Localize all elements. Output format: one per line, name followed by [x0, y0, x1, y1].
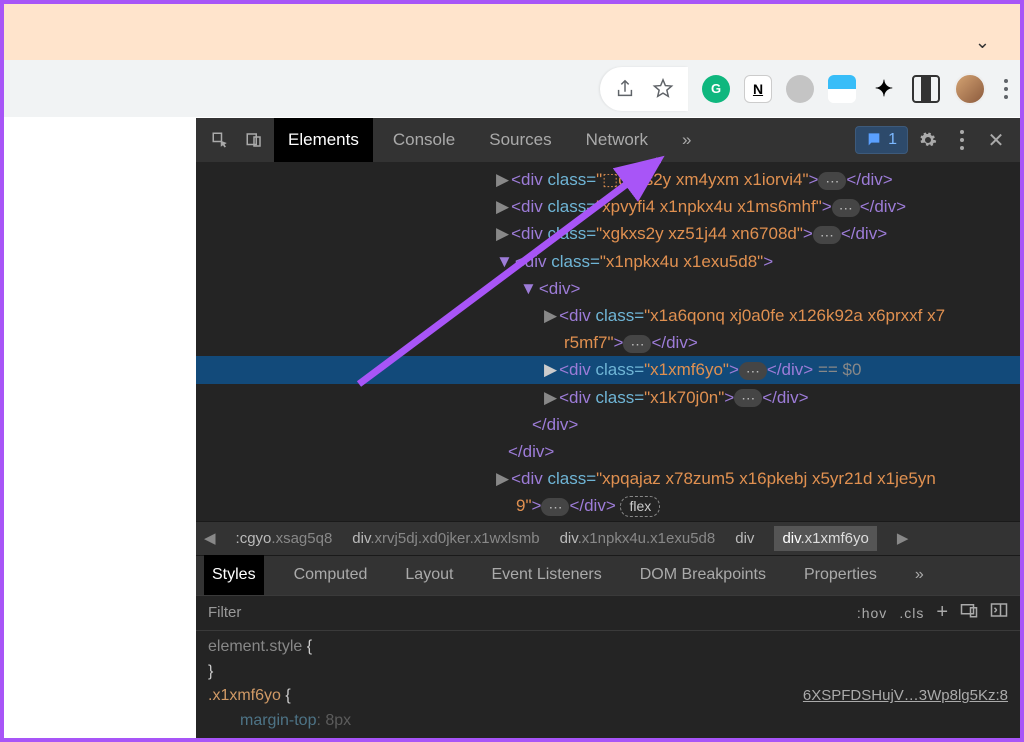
inspect-element-icon[interactable] — [206, 126, 234, 154]
dom-breakpoints-tab[interactable]: DOM Breakpoints — [632, 555, 774, 595]
crumb-prev-icon[interactable]: ◀ — [204, 529, 216, 547]
styles-tab[interactable]: Styles — [204, 555, 264, 595]
computed-tab[interactable]: Computed — [286, 555, 376, 595]
device-pane-icon[interactable] — [960, 602, 978, 623]
toggle-sidebar-icon[interactable] — [990, 602, 1008, 623]
cls-toggle[interactable]: .cls — [899, 605, 924, 621]
chevron-down-icon[interactable]: ⌄ — [975, 32, 990, 53]
bookmark-star-icon[interactable] — [652, 78, 674, 100]
devtools-panel: Elements Console Sources Network » 1 ✕ ▶… — [196, 118, 1020, 738]
flex-badge[interactable]: flex — [620, 496, 660, 517]
dom-tree[interactable]: ▶<div class="⬚gkxs2y xm4yxm x1iorvi4">⋯<… — [196, 162, 1020, 521]
browser-toolbar: G N ✦ — [4, 60, 1020, 118]
tab-network[interactable]: Network — [572, 118, 662, 162]
crumb-item[interactable]: div.x1npkx4u.x1exu5d8 — [560, 530, 716, 547]
tab-sources[interactable]: Sources — [475, 118, 565, 162]
new-style-rule-icon[interactable]: + — [936, 601, 948, 624]
styles-tabs-overflow[interactable]: » — [907, 555, 932, 595]
profile-avatar[interactable] — [954, 73, 986, 105]
layout-tab[interactable]: Layout — [397, 555, 461, 595]
side-panel-icon[interactable] — [912, 75, 940, 103]
browser-menu-icon[interactable] — [1000, 79, 1012, 99]
dom-selected-node[interactable]: ⋯ ▶<div class="x1xmf6yo">⋯</div> == $0 — [196, 356, 1020, 383]
device-toggle-icon[interactable] — [240, 126, 268, 154]
devtools-tabbar: Elements Console Sources Network » 1 ✕ — [196, 118, 1020, 162]
css-rules-pane[interactable]: element.style { } 6XSPFDSHujV…3Wp8lg5Kz:… — [196, 631, 1020, 738]
tab-elements[interactable]: Elements — [274, 118, 373, 162]
crumb-item-active[interactable]: div.x1xmf6yo — [774, 526, 876, 551]
tab-console[interactable]: Console — [379, 118, 469, 162]
hov-toggle[interactable]: :hov — [857, 605, 887, 621]
styles-filter-row: Filter :hov .cls + — [196, 595, 1020, 631]
styles-tabbar: Styles Computed Layout Event Listeners D… — [196, 555, 1020, 595]
close-devtools-icon[interactable]: ✕ — [982, 126, 1010, 154]
devtools-menu-icon[interactable] — [948, 126, 976, 154]
event-listeners-tab[interactable]: Event Listeners — [483, 555, 609, 595]
extension-icon[interactable] — [786, 75, 814, 103]
settings-gear-icon[interactable] — [914, 126, 942, 154]
notification-banner: ⌄ — [4, 4, 1020, 60]
extension-icon[interactable] — [828, 75, 856, 103]
issues-count: 1 — [888, 131, 897, 149]
notion-extension-icon[interactable]: N — [744, 75, 772, 103]
tabs-overflow[interactable]: » — [668, 118, 705, 162]
extension-row: G N ✦ — [688, 73, 1012, 105]
omnibox-actions — [600, 67, 688, 111]
properties-tab[interactable]: Properties — [796, 555, 885, 595]
crumb-item[interactable]: div.xrvj5dj.xd0jker.x1wxlsmb — [352, 530, 539, 547]
grammarly-extension-icon[interactable]: G — [702, 75, 730, 103]
crumb-item[interactable]: :cgyo.xsag5q8 — [236, 530, 333, 547]
share-icon[interactable] — [614, 78, 636, 100]
issues-badge[interactable]: 1 — [855, 126, 908, 154]
styles-filter-input[interactable]: Filter — [208, 604, 845, 621]
extensions-puzzle-icon[interactable]: ✦ — [870, 75, 898, 103]
stylesheet-source-link[interactable]: 6XSPFDSHujV…3Wp8lg5Kz:8 — [803, 684, 1008, 707]
crumb-item[interactable]: div — [735, 530, 754, 547]
page-content — [4, 118, 196, 738]
dom-breadcrumb[interactable]: ◀ :cgyo.xsag5q8 div.xrvj5dj.xd0jker.x1wx… — [196, 521, 1020, 555]
crumb-next-icon[interactable]: ▶ — [897, 529, 909, 547]
